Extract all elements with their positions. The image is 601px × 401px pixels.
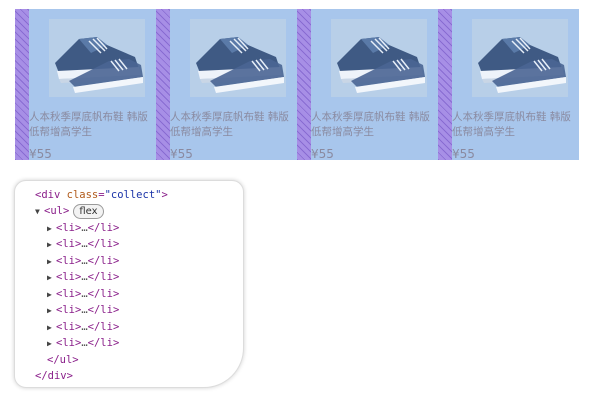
closing-tag: </div> (35, 370, 73, 382)
product-price: ¥55 (170, 147, 193, 160)
tag-name: li (100, 238, 113, 250)
closing-tag: </ul> (47, 354, 79, 366)
tag-name: li (100, 222, 113, 234)
sneaker-image (190, 19, 286, 97)
sneaker-image (49, 19, 145, 97)
attr-value: "collect" (104, 189, 162, 201)
flex-gap-highlight (297, 9, 311, 160)
product-card-body[interactable]: 人本秋季厚底帆布鞋 韩版低帮增高学生 ¥55 (29, 9, 156, 160)
tag-name: li (62, 238, 75, 250)
flex-gap-highlight (15, 9, 29, 160)
tag-name: ul (50, 205, 63, 217)
tag-name: li (100, 271, 113, 283)
product-card[interactable]: 人本秋季厚底帆布鞋 韩版低帮增高学生 ¥55 (297, 9, 438, 160)
sneaker-image (331, 19, 427, 97)
product-price: ¥55 (452, 147, 475, 160)
product-collect-list: 人本秋季厚底帆布鞋 韩版低帮增高学生 ¥55 人本秋季厚底帆布鞋 韩版低帮增高学… (15, 9, 579, 160)
product-card-body[interactable]: 人本秋季厚底帆布鞋 韩版低帮增高学生 ¥55 (170, 9, 297, 160)
product-price: ¥55 (311, 147, 334, 160)
dom-node-li[interactable]: ▶ <li>…</li> (47, 253, 119, 269)
tag-name: li (62, 222, 75, 234)
product-card-body[interactable]: 人本秋季厚底帆布鞋 韩版低帮增高学生 ¥55 (452, 9, 579, 160)
product-card-body[interactable]: 人本秋季厚底帆布鞋 韩版低帮增高学生 ¥55 (311, 9, 438, 160)
product-title[interactable]: 人本秋季厚底帆布鞋 韩版低帮增高学生 (170, 110, 295, 140)
flex-gap-highlight (156, 9, 170, 160)
attr-name: class (66, 189, 99, 201)
sneaker-image (472, 19, 568, 97)
dom-node-ul[interactable]: ▼ <ul> flex (35, 203, 104, 219)
collapse-triangle-icon[interactable]: ▶ (47, 303, 56, 319)
collapse-triangle-icon[interactable]: ▶ (47, 270, 56, 286)
devtools-elements-panel: <div class="collect"> ▼ <ul> flex ▶ <li>…</… (14, 180, 244, 388)
product-card[interactable]: 人本秋季厚底帆布鞋 韩版低帮增高学生 ¥55 (156, 9, 297, 160)
product-title[interactable]: 人本秋季厚底帆布鞋 韩版低帮增高学生 (311, 110, 436, 140)
tag-name: div (41, 189, 61, 201)
dom-node-li[interactable]: ▶ <li>…</li> (47, 286, 119, 302)
tag-name: li (100, 337, 113, 349)
tag-name: li (100, 288, 113, 300)
product-title[interactable]: 人本秋季厚底帆布鞋 韩版低帮增高学生 (452, 110, 577, 140)
dom-node-li[interactable]: ▶ <li>…</li> (47, 220, 119, 236)
dom-node-li[interactable]: ▶ <li>…</li> (47, 319, 119, 335)
tag-name: li (100, 255, 113, 267)
dom-node-li[interactable]: ▶ <li>…</li> (47, 302, 119, 318)
tag-name: li (100, 321, 113, 333)
tag-name: li (62, 321, 75, 333)
tag-name: li (100, 304, 113, 316)
tag-name: li (62, 337, 75, 349)
flex-gap-highlight (438, 9, 452, 160)
product-card[interactable]: 人本秋季厚底帆布鞋 韩版低帮增高学生 ¥55 (15, 9, 156, 160)
dom-node-li[interactable]: ▶ <li>…</li> (47, 236, 119, 252)
product-card[interactable]: 人本秋季厚底帆布鞋 韩版低帮增高学生 ¥55 (438, 9, 579, 160)
dom-node-div-close[interactable]: </div> (35, 368, 73, 384)
tag-name: li (62, 288, 75, 300)
collapse-triangle-icon[interactable]: ▶ (47, 237, 56, 253)
dom-node-li[interactable]: ▶ <li>…</li> (47, 269, 119, 285)
dom-node-li[interactable]: ▶ <li>…</li> (47, 335, 119, 351)
tag-name: li (62, 255, 75, 267)
collapse-triangle-icon[interactable]: ▶ (47, 221, 56, 237)
expand-triangle-icon[interactable]: ▼ (35, 204, 44, 220)
product-price: ¥55 (29, 147, 52, 160)
product-title[interactable]: 人本秋季厚底帆布鞋 韩版低帮增高学生 (29, 110, 154, 140)
tag-name: li (62, 271, 75, 283)
flex-badge[interactable]: flex (73, 204, 104, 219)
collapse-triangle-icon[interactable]: ▶ (47, 287, 56, 303)
collapse-triangle-icon[interactable]: ▶ (47, 336, 56, 352)
dom-node-div-open[interactable]: <div class="collect"> (35, 187, 168, 203)
collapse-triangle-icon[interactable]: ▶ (47, 254, 56, 270)
dom-node-ul-close[interactable]: </ul> (47, 352, 79, 368)
tag-name: li (62, 304, 75, 316)
collapse-triangle-icon[interactable]: ▶ (47, 320, 56, 336)
